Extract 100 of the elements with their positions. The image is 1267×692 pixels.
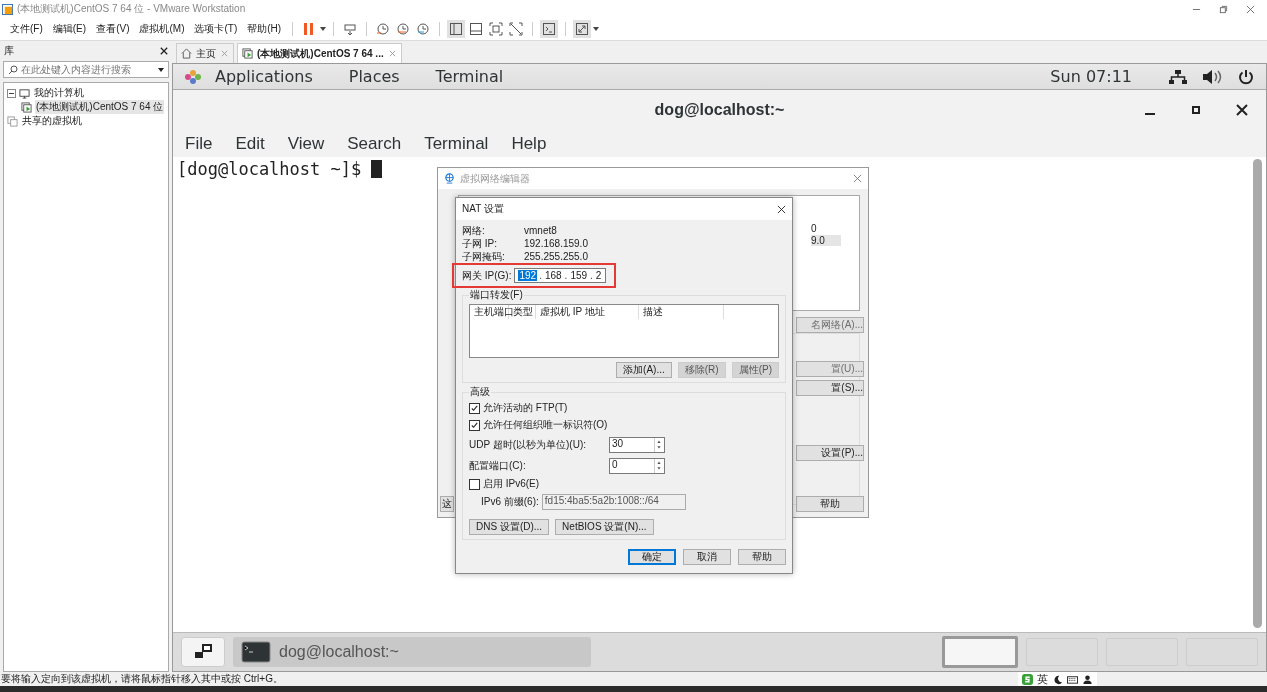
table-cell-text: 0: [811, 223, 818, 234]
button[interactable]: 添加(A)...: [616, 362, 672, 378]
tree-item[interactable]: 共享的虚拟机: [21, 114, 83, 128]
field-label: UDP 超时(以秒为单位)(U):: [469, 438, 588, 452]
button[interactable]: DNS 设置(D)...: [469, 519, 550, 535]
shell-prompt: [dog@localhost ~]$: [177, 159, 363, 179]
close-icon[interactable]: [1236, 104, 1248, 116]
number-spinner[interactable]: 0: [609, 458, 665, 474]
field-label: 子网 IP:: [462, 236, 498, 251]
checkbox[interactable]: [469, 478, 480, 490]
taskbar-window[interactable]: dog@localhost:~: [233, 637, 591, 667]
button[interactable]: 置(S)...: [796, 380, 864, 396]
terminal-icon: [241, 641, 271, 663]
power-icon[interactable]: [1236, 68, 1256, 85]
sidebar-icon[interactable]: [447, 20, 466, 38]
checkbox[interactable]: [469, 402, 480, 414]
window-switch-icon[interactable]: [181, 637, 225, 667]
workspace-thumbnail[interactable]: [942, 636, 1018, 668]
top-bar-menu[interactable]: Places: [348, 67, 400, 86]
collapse-icon[interactable]: [7, 88, 16, 98]
checkbox-label[interactable]: 允许活动的 FTP(T): [483, 401, 568, 415]
field-label: 配置端口(C):: [469, 459, 527, 473]
field-label: IPv6 前缀(6):: [481, 495, 539, 509]
dialog-title: 虚拟网络编辑器: [460, 171, 530, 186]
close-icon[interactable]: [160, 47, 168, 55]
column-header[interactable]: 虚拟机 IP 地址: [536, 305, 639, 319]
caret-icon[interactable]: [320, 27, 327, 31]
button[interactable]: 帮助: [738, 549, 786, 565]
clock[interactable]: Sun 07:11: [1050, 67, 1132, 86]
help-button[interactable]: 帮助: [796, 496, 864, 512]
restore-icon[interactable]: [1219, 4, 1228, 14]
checkbox-label[interactable]: 启用 IPv6(E): [483, 477, 540, 491]
console-icon[interactable]: [540, 20, 559, 38]
checkbox-label[interactable]: 允许任何组织唯一标识符(O): [483, 418, 608, 432]
menu-item[interactable]: Terminal: [424, 133, 489, 154]
list-view[interactable]: 主机端口类型 虚拟机 IP 地址 描述: [469, 304, 779, 358]
button[interactable]: NetBIOS 设置(N)...: [555, 519, 654, 535]
tab[interactable]: (本地测试机)CentOS 7 64 ...: [237, 43, 402, 63]
top-bar-menu[interactable]: Applications: [215, 67, 313, 86]
group-title: 端口转发(F): [469, 288, 524, 302]
menu-item[interactable]: 查看(V): [92, 22, 134, 36]
ime-toolbar[interactable]: 英: [1018, 672, 1097, 686]
field-label: 网关 IP(G):: [462, 268, 512, 283]
tree-item[interactable]: 我的计算机: [33, 86, 85, 100]
menu-item[interactable]: Search: [347, 133, 402, 154]
menu-item[interactable]: 文件(F): [6, 22, 47, 36]
menu-item[interactable]: 虚拟机(M): [135, 22, 189, 36]
tree-item[interactable]: (本地测试机)CentOS 7 64 位: [35, 100, 165, 114]
checkbox[interactable]: [469, 419, 480, 431]
search-icon: [8, 64, 18, 75]
gnome-foot-icon: [183, 68, 203, 85]
button[interactable]: 取消: [683, 549, 731, 565]
field-value: 255.255.255.0: [524, 251, 588, 262]
button[interactable]: 设置(P)...: [796, 445, 864, 461]
menu-item[interactable]: View: [287, 133, 325, 154]
caret-icon[interactable]: [158, 67, 164, 72]
dialog-title: NAT 设置: [462, 202, 504, 216]
network-icon[interactable]: [1168, 68, 1188, 85]
monitor-icon: [19, 87, 30, 99]
stretch-icon[interactable]: [573, 20, 592, 38]
panel-title: 库: [4, 44, 14, 58]
volume-icon[interactable]: [1202, 68, 1222, 85]
home-icon: [181, 48, 192, 59]
menu-item[interactable]: 帮助(H): [243, 22, 286, 36]
group-title: 高级: [469, 385, 491, 399]
menu-item[interactable]: 编辑(E): [48, 22, 91, 36]
fullscreen-icon[interactable]: [487, 20, 506, 38]
keyboard-icon[interactable]: [1067, 673, 1078, 685]
menu-item[interactable]: 选项卡(T): [190, 22, 242, 36]
unity-icon[interactable]: [507, 20, 526, 38]
tab[interactable]: 主页: [176, 43, 234, 63]
user-icon[interactable]: [1082, 673, 1093, 685]
caret-icon[interactable]: [593, 27, 600, 31]
text-cursor: [371, 160, 383, 178]
column-header[interactable]: 描述: [639, 305, 724, 319]
input-method-icon[interactable]: [1022, 673, 1033, 685]
globe-icon: [444, 173, 455, 184]
spin-arrows-icon[interactable]: [655, 459, 663, 472]
close-icon[interactable]: [777, 204, 786, 214]
vm-icon: [21, 101, 32, 113]
language-indicator[interactable]: 英: [1037, 671, 1048, 687]
scrollbar[interactable]: [1253, 159, 1262, 628]
number-spinner[interactable]: 30: [609, 437, 665, 453]
menu-item[interactable]: Edit: [235, 133, 265, 154]
ip-address-field[interactable]: 192 . 168 . 159 . 2: [514, 268, 607, 283]
maximize-icon[interactable]: [1190, 104, 1202, 116]
menu-item[interactable]: Help: [511, 133, 547, 154]
terminal-title: dog@localhost:~: [654, 101, 785, 119]
input-field[interactable]: fd15:4ba5:5a2b:1008::/64: [541, 494, 686, 510]
top-bar-menu[interactable]: Terminal: [435, 67, 504, 86]
moon-icon[interactable]: [1052, 673, 1063, 685]
field-value: 192.168.159.0: [524, 238, 588, 249]
menu-item[interactable]: File: [185, 133, 213, 154]
button[interactable]: 这: [440, 496, 454, 512]
vm-icon: [242, 48, 253, 59]
search-field[interactable]: 在此处键入内容进行搜索: [3, 61, 169, 78]
table-cell: 9.0: [811, 235, 841, 246]
field-label: 子网掩码:: [462, 249, 506, 264]
ok-button[interactable]: 确定: [628, 549, 676, 565]
spin-arrows-icon[interactable]: [655, 438, 663, 451]
